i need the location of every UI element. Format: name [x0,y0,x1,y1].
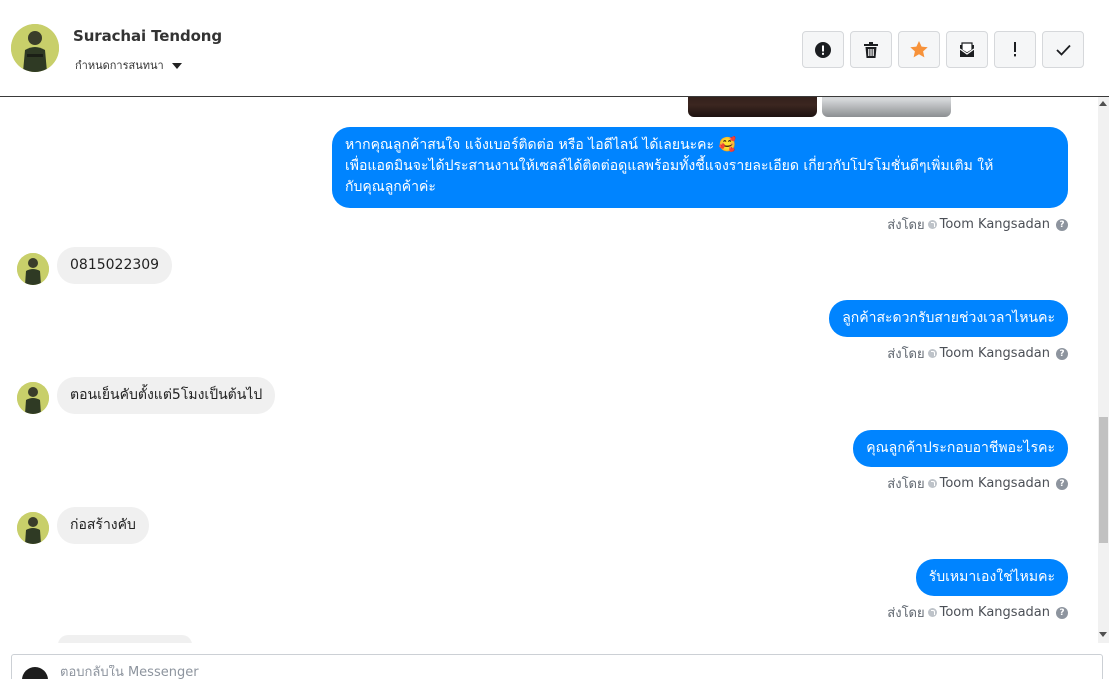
conversation-toolbar [802,31,1084,68]
sent-by-info: ส่งโดย Toom Kangsadan ? [887,214,1068,235]
mark-important-button[interactable] [994,31,1036,68]
sent-by-info: ส่งโดย Toom Kangsadan ? [887,473,1068,494]
incoming-message[interactable]: 0815022309 [57,247,173,284]
check-icon [1055,44,1071,56]
sent-by-info: ส่งโดย Toom Kangsadan ? [887,602,1068,623]
sent-status-icon [927,479,937,488]
attached-photo[interactable] [822,97,951,117]
conversation-header: Surachai Tendong กำหนดการสนทนา [0,0,1109,97]
attached-photo[interactable] [688,97,817,117]
assign-conversation-dropdown[interactable]: กำหนดการสนทนา [75,56,182,74]
contact-avatar[interactable] [11,24,59,72]
star-button[interactable] [898,31,940,68]
sender-name: Toom Kangsadan [939,476,1050,491]
sent-by-label: ส่งโดย [887,347,925,362]
outgoing-message[interactable]: คุณลูกค้าประกอบอาชีพอะไรคะ [853,430,1068,467]
sent-status-icon [927,349,937,358]
caret-down-icon [171,62,182,69]
exclamation-icon [1014,42,1016,57]
sent-by-label: ส่งโดย [887,477,925,492]
report-spam-button[interactable] [802,31,844,68]
contact-avatar[interactable] [17,382,49,414]
incoming-message[interactable]: ตอนเย็นคับตั้งแต่5โมงเป็นต้นไป [57,377,276,414]
help-icon[interactable]: ? [1056,606,1068,619]
sender-name: Toom Kangsadan [939,605,1050,620]
thread-scrollbar[interactable] [1098,97,1109,643]
scroll-down-arrow-icon[interactable] [1099,632,1107,637]
delete-button[interactable] [850,31,892,68]
help-icon[interactable]: ? [1056,347,1068,360]
scroll-up-arrow-icon[interactable] [1099,101,1107,106]
contact-avatar[interactable] [17,253,49,285]
star-icon [910,41,928,58]
sender-name: Toom Kangsadan [939,217,1050,232]
sent-by-info: ส่งโดย Toom Kangsadan ? [887,343,1068,364]
mark-done-button[interactable] [1042,31,1084,68]
incoming-message[interactable]: ก่อสร้างคับ [57,507,149,544]
sent-status-icon [927,608,937,617]
sender-name: Toom Kangsadan [939,346,1050,361]
message-line: กับคุณลูกค้าค่ะ [345,179,436,195]
archive-button[interactable] [946,31,988,68]
help-icon[interactable]: ? [1056,218,1068,231]
assign-conversation-label: กำหนดการสนทนา [75,59,164,72]
message-line: เพื่อแอดมินจะได้ประสานงานให้เซลล์ได้ติดต… [345,158,994,174]
incoming-message-partial[interactable] [58,635,192,643]
messenger-inbox: Surachai Tendong กำหนดการสนทนา หากคุณลูก… [0,0,1109,679]
reply-composer[interactable] [11,654,1103,679]
message-thread: หากคุณลูกค้าสนใจ แจ้งเบอร์ติดต่อ หรือ ไอ… [0,97,1098,643]
trash-icon [864,41,878,58]
outgoing-message[interactable]: รับเหมาเองใช่ไหมคะ [915,559,1068,596]
page-avatar [22,667,48,679]
sent-status-icon [927,220,937,229]
help-icon[interactable]: ? [1056,477,1068,490]
archive-icon [959,41,975,57]
sent-by-label: ส่งโดย [887,218,925,233]
sent-by-label: ส่งโดย [887,606,925,621]
message-line: หากคุณลูกค้าสนใจ แจ้งเบอร์ติดต่อ หรือ ไอ… [345,137,736,153]
outgoing-message[interactable]: หากคุณลูกค้าสนใจ แจ้งเบอร์ติดต่อ หรือ ไอ… [332,127,1068,208]
reply-input[interactable] [60,665,960,679]
exclamation-circle-icon [815,41,831,58]
scrollbar-thumb[interactable] [1099,417,1108,543]
outgoing-message[interactable]: ลูกค้าสะดวกรับสายช่วงเวลาไหนคะ [829,300,1068,337]
contact-name[interactable]: Surachai Tendong [73,27,222,45]
contact-avatar[interactable] [17,512,49,544]
